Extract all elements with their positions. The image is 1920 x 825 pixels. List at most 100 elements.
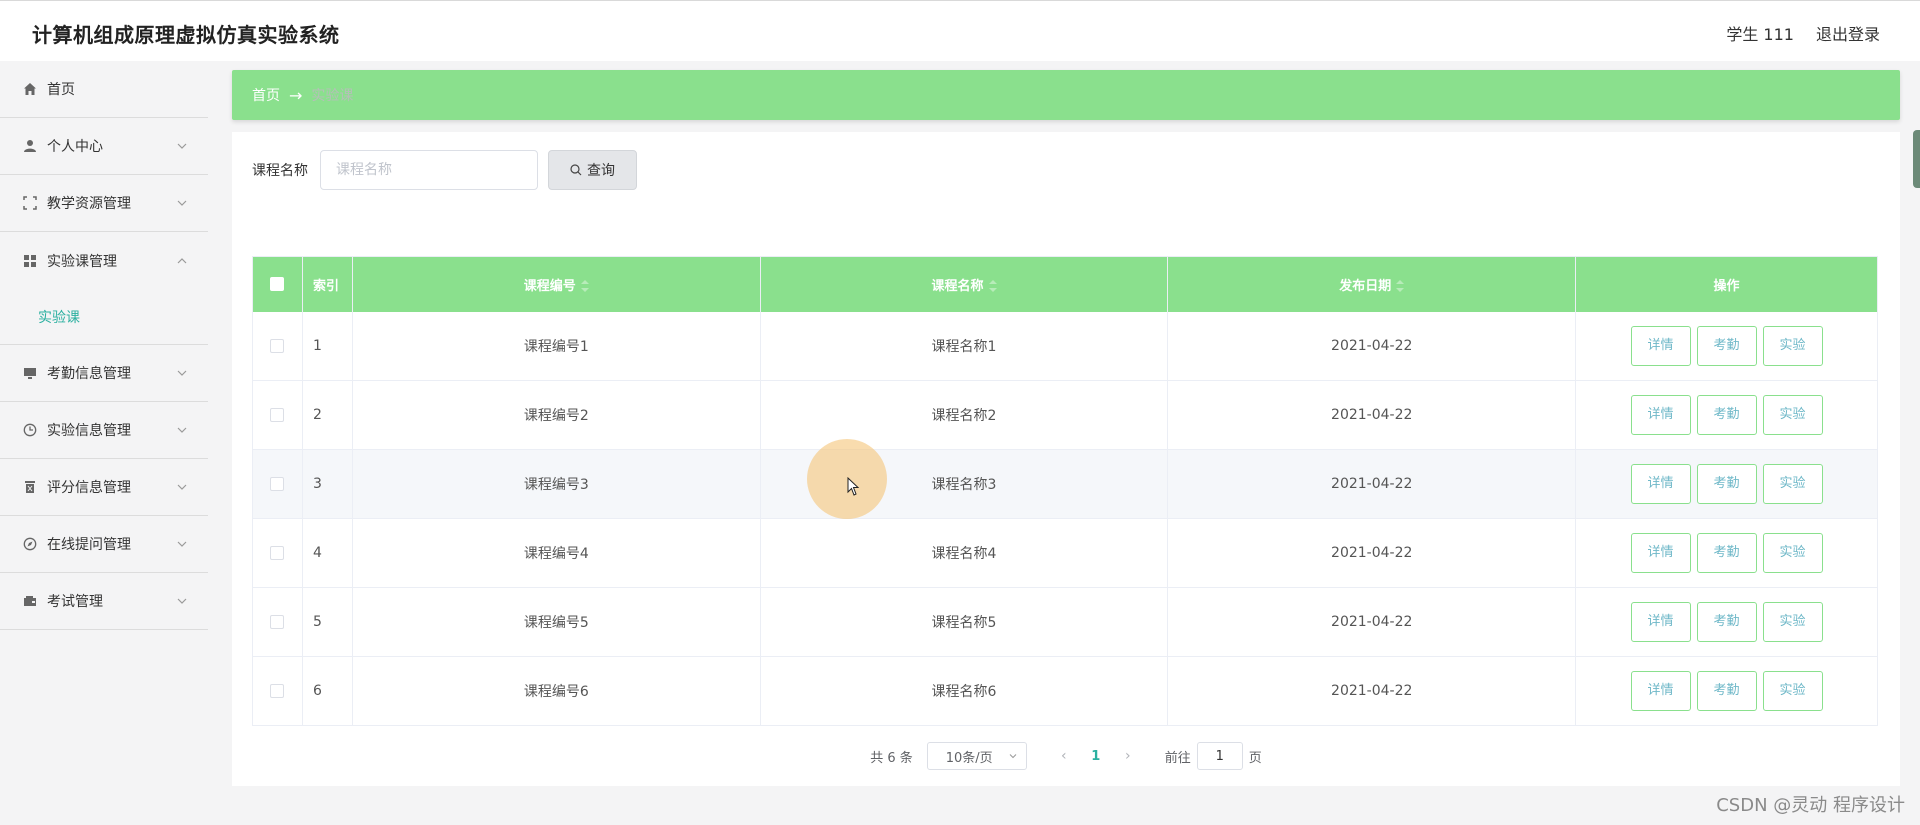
attendance-button[interactable]: 考勤 bbox=[1696, 671, 1757, 711]
table-header-row: 索引 课程编号 课程名称 发布日期 操作 bbox=[252, 256, 1878, 312]
detail-button[interactable]: 详情 bbox=[1630, 325, 1691, 366]
row-checkbox[interactable] bbox=[270, 477, 285, 491]
grid-icon bbox=[22, 253, 38, 269]
table-row: 2 课程编号2 课程名称2 2021-04-22 详情 考勤 实验 bbox=[252, 380, 1878, 450]
row-select-cell bbox=[252, 518, 303, 588]
search-button[interactable]: 查询 bbox=[548, 150, 637, 190]
page-number[interactable]: 1 bbox=[1079, 749, 1113, 764]
detail-button[interactable]: 详情 bbox=[1630, 533, 1691, 573]
search-icon bbox=[570, 164, 582, 176]
sidebar-item-personal-center[interactable]: 个人中心 bbox=[0, 118, 208, 175]
row-course-name: 课程名称1 bbox=[760, 311, 1169, 381]
app-title: 计算机组成原理虚拟仿真实验系统 bbox=[32, 23, 340, 47]
search-button-label: 查询 bbox=[587, 163, 615, 179]
column-header-actions: 操作 bbox=[1575, 256, 1878, 312]
chevron-up-icon bbox=[177, 257, 187, 263]
pagination: 共 6 条 10条/页 ‹ 1 › 前往 页 bbox=[232, 741, 1900, 771]
row-checkbox[interactable] bbox=[270, 338, 285, 353]
page-size-select[interactable]: 10条/页 bbox=[926, 742, 1027, 770]
experiment-button[interactable]: 实验 bbox=[1762, 395, 1823, 435]
scrollbar-thumb[interactable] bbox=[1913, 130, 1920, 188]
row-index: 2 bbox=[302, 380, 353, 450]
user-name[interactable]: 学生 111 bbox=[1726, 21, 1794, 45]
select-all-header bbox=[252, 256, 303, 312]
detail-button[interactable]: 详情 bbox=[1630, 671, 1691, 711]
detail-button[interactable]: 详情 bbox=[1630, 464, 1691, 504]
row-checkbox[interactable] bbox=[270, 546, 285, 560]
sort-icon[interactable] bbox=[580, 280, 589, 293]
sort-icon[interactable] bbox=[1396, 280, 1405, 293]
attendance-button[interactable]: 考勤 bbox=[1696, 602, 1757, 642]
row-select-cell bbox=[252, 311, 303, 381]
user-area: 学生 111 退出登录 bbox=[1726, 21, 1880, 45]
column-header-date[interactable]: 发布日期 bbox=[1167, 256, 1577, 312]
experiment-button[interactable]: 实验 bbox=[1762, 464, 1823, 504]
row-actions: 详情 考勤 实验 bbox=[1575, 518, 1878, 588]
sidebar-item-experiment-course-mgmt[interactable]: 实验课管理 bbox=[0, 232, 208, 289]
attendance-button[interactable]: 考勤 bbox=[1696, 533, 1757, 573]
row-checkbox[interactable] bbox=[270, 684, 285, 698]
clock-icon bbox=[22, 422, 38, 438]
sidebar-item-home[interactable]: 首页 bbox=[0, 61, 208, 118]
goto-page-input[interactable] bbox=[1196, 742, 1243, 770]
sidebar-item-teaching-resources[interactable]: 教学资源管理 bbox=[0, 175, 208, 232]
attendance-button[interactable]: 考勤 bbox=[1696, 395, 1757, 435]
row-checkbox[interactable] bbox=[270, 615, 285, 629]
detail-button[interactable]: 详情 bbox=[1630, 395, 1691, 435]
row-course-code: 课程编号1 bbox=[352, 311, 761, 381]
attendance-button[interactable]: 考勤 bbox=[1696, 464, 1757, 504]
sidebar-item-label: 考试管理 bbox=[47, 594, 103, 610]
column-header-name[interactable]: 课程名称 bbox=[760, 256, 1169, 312]
logout-button[interactable]: 退出登录 bbox=[1816, 21, 1880, 45]
row-index: 6 bbox=[302, 656, 353, 726]
prev-page-button[interactable]: ‹ bbox=[1049, 748, 1079, 764]
sidebar-item-label: 个人中心 bbox=[47, 139, 103, 155]
row-course-code: 课程编号6 bbox=[352, 656, 761, 726]
chevron-down-icon bbox=[1009, 754, 1017, 759]
sidebar-subitem-experiment-course[interactable]: 实验课 bbox=[0, 289, 208, 345]
fullscreen-icon bbox=[22, 195, 38, 211]
user-icon bbox=[22, 138, 38, 154]
experiment-button[interactable]: 实验 bbox=[1762, 602, 1823, 642]
experiment-button[interactable]: 实验 bbox=[1762, 533, 1823, 573]
experiment-button[interactable]: 实验 bbox=[1762, 325, 1823, 366]
row-course-name: 课程名称6 bbox=[760, 656, 1169, 726]
table-row: 5 课程编号5 课程名称5 2021-04-22 详情 考勤 实验 bbox=[252, 587, 1878, 657]
row-index: 1 bbox=[302, 311, 353, 381]
search-input[interactable] bbox=[320, 150, 538, 190]
sort-icon[interactable] bbox=[988, 280, 997, 293]
column-header-code[interactable]: 课程编号 bbox=[352, 256, 761, 312]
sidebar-item-attendance-mgmt[interactable]: 考勤信息管理 bbox=[0, 345, 208, 402]
attendance-button[interactable]: 考勤 bbox=[1696, 325, 1757, 366]
main-content: 课程名称 查询 索引 课程编号 课程名称 发布日期 操作 1 课程编号1 bbox=[232, 132, 1900, 786]
sidebar-item-score-info-mgmt[interactable]: 评分信息管理 bbox=[0, 459, 208, 516]
home-icon bbox=[22, 81, 38, 97]
course-table: 索引 课程编号 课程名称 发布日期 操作 1 课程编号1 课程名称1 2021-… bbox=[252, 256, 1878, 726]
table-row: 3 课程编号3 课程名称3 2021-04-22 详情 考勤 实验 bbox=[252, 449, 1878, 519]
breadcrumb-home[interactable]: 首页 bbox=[252, 85, 280, 105]
row-publish-date: 2021-04-22 bbox=[1167, 311, 1577, 381]
sidebar-item-online-question-mgmt[interactable]: 在线提问管理 bbox=[0, 516, 208, 573]
experiment-button[interactable]: 实验 bbox=[1762, 671, 1823, 711]
column-header-date-label: 发布日期 bbox=[1339, 278, 1392, 294]
row-course-name: 课程名称4 bbox=[760, 518, 1169, 588]
row-actions: 详情 考勤 实验 bbox=[1575, 656, 1878, 726]
sidebar-item-label: 首页 bbox=[47, 82, 75, 98]
detail-button[interactable]: 详情 bbox=[1630, 602, 1691, 642]
row-publish-date: 2021-04-22 bbox=[1167, 656, 1577, 726]
next-page-button[interactable]: › bbox=[1113, 748, 1143, 764]
search-form: 课程名称 查询 bbox=[252, 150, 637, 190]
row-course-code: 课程编号2 bbox=[352, 380, 761, 450]
sidebar-item-label: 实验信息管理 bbox=[47, 423, 131, 439]
row-actions: 详情 考勤 实验 bbox=[1575, 587, 1878, 657]
sidebar-item-exam-mgmt[interactable]: 考试管理 bbox=[0, 573, 208, 630]
sidebar-item-experiment-info-mgmt[interactable]: 实验信息管理 bbox=[0, 402, 208, 459]
table-row: 4 课程编号4 课程名称4 2021-04-22 详情 考勤 实验 bbox=[252, 518, 1878, 588]
search-label: 课程名称 bbox=[252, 163, 308, 179]
sidebar-item-label: 在线提问管理 bbox=[47, 537, 131, 553]
watermark: CSDN @灵动 程序设计 bbox=[1716, 795, 1905, 816]
pagination-total: 共 6 条 bbox=[870, 750, 913, 766]
sidebar-item-label: 实验课管理 bbox=[47, 253, 117, 270]
row-checkbox[interactable] bbox=[270, 408, 285, 422]
select-all-checkbox[interactable] bbox=[270, 277, 285, 292]
